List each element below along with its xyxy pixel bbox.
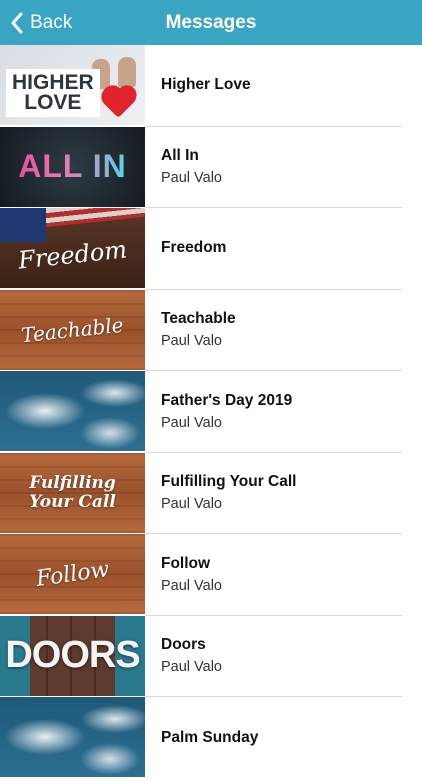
message-speaker: Paul Valo — [161, 414, 222, 431]
page-title: Messages — [165, 12, 257, 33]
message-thumbnail: Freedom — [0, 208, 145, 288]
message-thumbnail — [0, 697, 145, 777]
message-title: Teachable — [161, 310, 236, 328]
message-speaker: Paul Valo — [161, 170, 222, 187]
thumbnail-text: Follow — [34, 556, 111, 592]
messages-list: HIGHER LOVE Higher Love ALL IN All In Pa… — [0, 45, 422, 779]
message-row-fathers-day[interactable]: Father's Day 2019 Paul Valo — [0, 371, 422, 453]
navigation-bar: Back Messages — [0, 0, 422, 45]
message-thumbnail: Follow — [0, 534, 145, 614]
message-row-fulfilling-your-call[interactable]: Fulfilling Your Call Fulfilling Your Cal… — [0, 452, 422, 534]
message-thumbnail: Teachable — [0, 289, 145, 370]
message-row-doors[interactable]: DOORS Doors Paul Valo — [0, 615, 422, 697]
thumbnail-text: DOORS — [5, 634, 140, 676]
message-title: Palm Sunday — [161, 728, 259, 746]
message-row-follow[interactable]: Follow Follow Paul Valo — [0, 534, 422, 616]
thumbnail-text: Fulfilling Your Call — [29, 472, 116, 512]
message-title: Father's Day 2019 — [161, 391, 293, 409]
message-row-teachable[interactable]: Teachable Teachable Paul Valo — [0, 289, 422, 371]
thumbnail-text: Teachable — [20, 312, 125, 347]
message-thumbnail — [0, 371, 145, 451]
message-speaker: Paul Valo — [161, 659, 222, 676]
thumbnail-text: ALL IN — [18, 148, 127, 184]
message-speaker: Paul Valo — [161, 333, 222, 350]
message-title: All In — [161, 147, 199, 165]
message-title: Freedom — [161, 239, 227, 257]
message-row-higher-love[interactable]: HIGHER LOVE Higher Love — [0, 45, 422, 127]
message-title: Doors — [161, 636, 206, 654]
message-speaker: Paul Valo — [161, 577, 222, 594]
message-thumbnail: HIGHER LOVE — [0, 45, 145, 125]
message-thumbnail: Fulfilling Your Call — [0, 452, 145, 533]
message-thumbnail: DOORS — [0, 615, 145, 696]
message-row-freedom[interactable]: Freedom Freedom — [0, 208, 422, 290]
message-row-palm-sunday[interactable]: Palm Sunday — [0, 697, 422, 779]
message-title: Fulfilling Your Call — [161, 473, 297, 491]
message-speaker: Paul Valo — [161, 496, 222, 513]
message-title: Higher Love — [161, 76, 251, 94]
message-title: Follow — [161, 554, 211, 572]
message-row-all-in[interactable]: ALL IN All In Paul Valo — [0, 126, 422, 208]
thumbnail-text: HIGHER LOVE — [6, 69, 100, 117]
message-thumbnail: ALL IN — [0, 126, 145, 207]
